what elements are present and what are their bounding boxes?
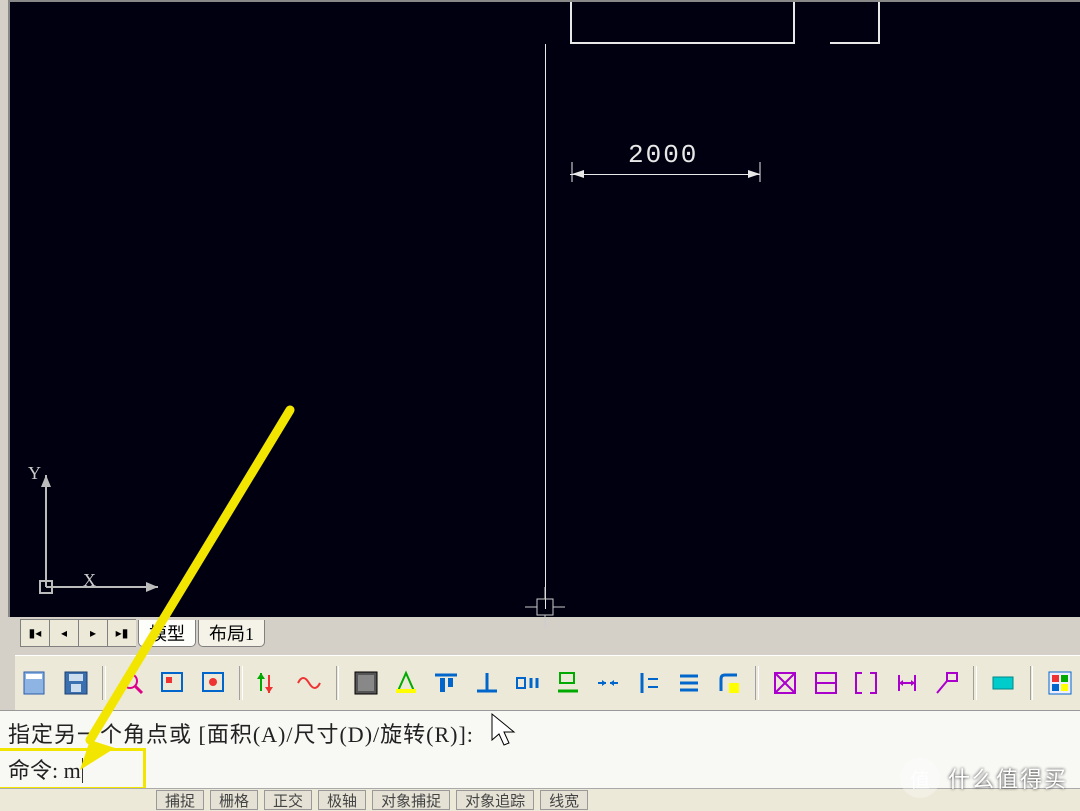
box-x-icon[interactable] (767, 664, 803, 702)
box-h-icon[interactable] (808, 664, 844, 702)
shape-edge (793, 2, 795, 44)
status-lw[interactable]: 线宽 (540, 790, 588, 810)
status-otrack[interactable]: 对象追踪 (456, 790, 534, 810)
command-history-line: 指定另一个角点或 [面积(A)/尺寸(D)/旋转(R)]: (0, 715, 1080, 751)
bottom-toolbar (15, 655, 1080, 710)
layout-tabs: ▮◂ ◂ ▸ ▸▮ 模型 布局1 (20, 618, 265, 648)
tab-last-button[interactable]: ▸▮ (107, 619, 136, 647)
dimension-value: 2000 (628, 140, 698, 170)
status-osnap[interactable]: 对象捕捉 (372, 790, 450, 810)
props-icon[interactable] (1041, 664, 1077, 702)
highlight-icon[interactable] (388, 664, 424, 702)
save-icon[interactable] (57, 664, 93, 702)
tab-model[interactable]: 模型 (138, 620, 196, 647)
vertical-line (545, 44, 546, 609)
ucs-x-label: X (83, 570, 96, 591)
drawing-viewport[interactable]: 2000 X Y (8, 0, 1080, 617)
align-top-icon[interactable] (428, 664, 464, 702)
status-snap[interactable]: 捕捉 (156, 790, 204, 810)
ucs-y-label: Y (28, 463, 41, 484)
cyan-layer-icon[interactable] (985, 664, 1021, 702)
command-input-row[interactable]: 命令: m (0, 751, 143, 787)
offset-h-icon[interactable] (630, 664, 666, 702)
status-grid[interactable]: 栅格 (210, 790, 258, 810)
status-polar[interactable]: 极轴 (318, 790, 366, 810)
tangent-icon[interactable] (590, 664, 626, 702)
fit-icon[interactable] (154, 664, 190, 702)
zoom-window-icon[interactable] (114, 664, 150, 702)
ucs-icon: X Y (28, 465, 168, 605)
command-label: 命令: (8, 758, 58, 783)
shape-edge (570, 2, 572, 44)
toggle-a-icon[interactable] (251, 664, 287, 702)
status-ortho[interactable]: 正交 (264, 790, 312, 810)
pan-icon[interactable] (194, 664, 230, 702)
note-icon[interactable] (929, 664, 965, 702)
layer-icon[interactable] (347, 664, 383, 702)
list-icon[interactable] (671, 664, 707, 702)
flag-icon[interactable] (549, 664, 585, 702)
dim-h-icon[interactable] (888, 664, 924, 702)
gap-icon[interactable] (509, 664, 545, 702)
corner-icon[interactable] (711, 664, 747, 702)
crosshair-cursor-icon (525, 587, 565, 627)
perp-icon[interactable] (469, 664, 505, 702)
command-input[interactable]: m (64, 758, 83, 783)
watermark: 值 什么值得买 (900, 758, 1068, 798)
watermark-badge: 值 (900, 758, 940, 798)
tab-next-button[interactable]: ▸ (78, 619, 107, 647)
tab-prev-button[interactable]: ◂ (49, 619, 78, 647)
wave-icon[interactable] (291, 664, 327, 702)
watermark-text: 什么值得买 (948, 762, 1068, 794)
tab-layout1[interactable]: 布局1 (198, 620, 265, 647)
shape-edge (570, 42, 795, 44)
bracket-icon[interactable] (848, 664, 884, 702)
tab-first-button[interactable]: ▮◂ (20, 619, 49, 647)
shape-edge (830, 42, 880, 44)
shape-edge (878, 2, 880, 44)
file-icon[interactable] (17, 664, 53, 702)
